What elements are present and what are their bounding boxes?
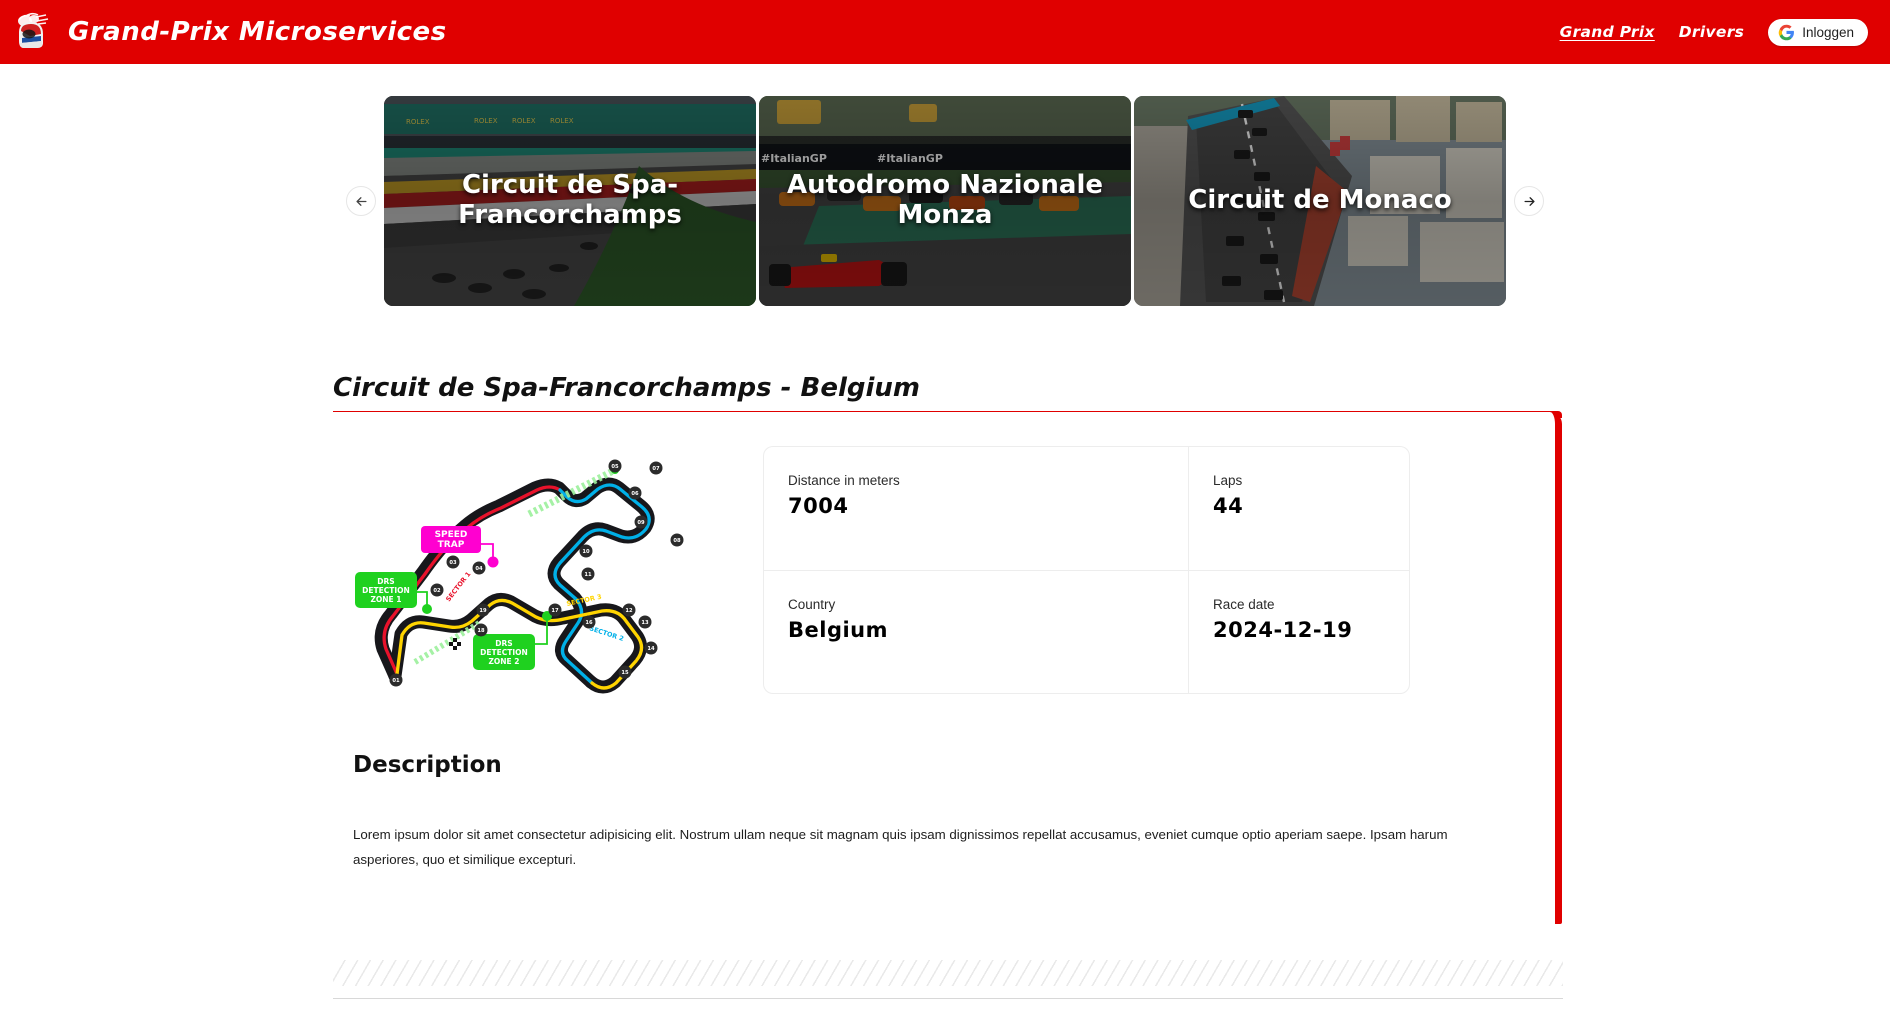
footer-stripe-pattern — [333, 960, 1563, 986]
login-button[interactable]: Inloggen — [1768, 18, 1868, 46]
svg-text:18: 18 — [477, 628, 485, 634]
carousel-card-title: Circuit de Spa-Francorchamps — [458, 170, 682, 230]
svg-text:07: 07 — [652, 466, 660, 472]
google-g-icon — [1778, 24, 1795, 40]
stat-value: Belgium — [788, 618, 889, 642]
circuit-detail-panel: SPEED TRAP DRS DETECTION ZONE 1 DRS DETE… — [333, 412, 1562, 924]
svg-text:04: 04 — [475, 566, 483, 572]
svg-text:ZONE 2: ZONE 2 — [488, 657, 519, 666]
carousel-next-button[interactable] — [1514, 186, 1544, 216]
stat-card-distance: Distance in meters 7004 — [763, 446, 1188, 570]
svg-text:TRAP: TRAP — [438, 540, 465, 550]
stat-value: 2024-12-19 — [1213, 618, 1353, 642]
carousel-prev-button[interactable] — [346, 186, 376, 216]
site-header: Grand-Prix Microservices Grand Prix Driv… — [0, 0, 1890, 64]
svg-text:10: 10 — [582, 549, 590, 555]
drs-zone-2-label: DRS DETECTION ZONE 2 — [473, 634, 535, 670]
arrow-right-icon — [1524, 196, 1534, 206]
spa-francorchamps-track-map: SPEED TRAP DRS DETECTION ZONE 1 DRS DETE… — [355, 459, 684, 694]
stat-label: Distance in meters — [788, 473, 900, 488]
carousel-track: ROLEXROLEX ROLEXROLEX — [384, 96, 1506, 306]
drs-zone-1-label: DRS DETECTION ZONE 1 — [355, 572, 417, 608]
page-root: Grand-Prix Microservices Grand Prix Driv… — [0, 0, 1890, 1017]
description-title: Description — [353, 752, 502, 778]
racing-helmet-icon — [10, 10, 58, 54]
svg-text:01: 01 — [392, 678, 400, 684]
svg-text:SPEED: SPEED — [435, 530, 468, 540]
svg-text:09: 09 — [637, 520, 645, 526]
description-body: Lorem ipsum dolor sit amet consectetur a… — [353, 827, 1448, 867]
login-button-label: Inloggen — [1802, 24, 1854, 40]
circuit-stats-grid: Distance in meters 7004 Laps 44 Country … — [763, 444, 1555, 694]
carousel-card-title: Circuit de Monaco — [1188, 185, 1452, 216]
stat-value: 7004 — [788, 494, 849, 518]
svg-text:15: 15 — [621, 670, 629, 676]
svg-text:16: 16 — [585, 620, 593, 626]
track-map: SPEED TRAP DRS DETECTION ZONE 1 DRS DETE… — [333, 444, 763, 694]
svg-text:19: 19 — [479, 608, 487, 614]
svg-text:DRS: DRS — [377, 577, 394, 586]
footer-divider — [333, 998, 1563, 999]
svg-text:SECTOR 1: SECTOR 1 — [444, 570, 473, 603]
stat-card-laps: Laps 44 — [1188, 446, 1410, 570]
svg-text:ZONE 1: ZONE 1 — [370, 595, 401, 604]
stat-card-country: Country Belgium — [763, 570, 1188, 694]
svg-text:06: 06 — [631, 491, 639, 497]
svg-text:17: 17 — [551, 608, 559, 614]
svg-text:DRS: DRS — [495, 639, 512, 648]
svg-text:SECTOR 2: SECTOR 2 — [588, 624, 624, 643]
stat-card-race-date: Race date 2024-12-19 — [1188, 570, 1410, 694]
circuit-carousel: ROLEXROLEX ROLEXROLEX — [0, 96, 1890, 306]
nav-link-grand-prix[interactable]: Grand Prix — [1560, 23, 1655, 41]
svg-text:11: 11 — [584, 572, 592, 578]
speed-trap-label: SPEED TRAP — [421, 526, 481, 553]
carousel-card-monza[interactable]: #ItalianGP#ItalianGP — [759, 96, 1131, 306]
carousel-card-spa[interactable]: ROLEXROLEX ROLEXROLEX — [384, 96, 756, 306]
svg-text:13: 13 — [641, 620, 649, 626]
svg-text:14: 14 — [647, 646, 655, 652]
main-nav: Grand Prix Drivers Inloggen — [1560, 18, 1868, 46]
page-title: Circuit de Spa-Francorchamps - Belgium — [333, 373, 921, 403]
carousel-card-title: Autodromo Nazionale Monza — [786, 170, 1104, 230]
stat-label: Race date — [1213, 597, 1275, 612]
arrow-left-icon — [356, 196, 366, 206]
svg-text:05: 05 — [611, 464, 619, 470]
panel-top-row: SPEED TRAP DRS DETECTION ZONE 1 DRS DETE… — [333, 412, 1555, 694]
stat-label: Laps — [1213, 473, 1243, 488]
carousel-card-monaco[interactable]: Circuit de Monaco — [1134, 96, 1506, 306]
nav-link-drivers[interactable]: Drivers — [1679, 23, 1744, 41]
svg-text:08: 08 — [673, 538, 681, 544]
brand[interactable]: Grand-Prix Microservices — [10, 10, 447, 54]
stat-label: Country — [788, 597, 836, 612]
svg-text:DETECTION: DETECTION — [480, 648, 528, 657]
svg-text:DETECTION: DETECTION — [362, 586, 410, 595]
svg-text:02: 02 — [433, 588, 441, 594]
description-section: Description Lorem ipsum dolor sit amet c… — [333, 694, 1555, 872]
stat-value: 44 — [1213, 494, 1244, 518]
svg-text:03: 03 — [449, 560, 457, 566]
svg-text:12: 12 — [625, 608, 633, 614]
brand-title: Grand-Prix Microservices — [68, 17, 447, 47]
